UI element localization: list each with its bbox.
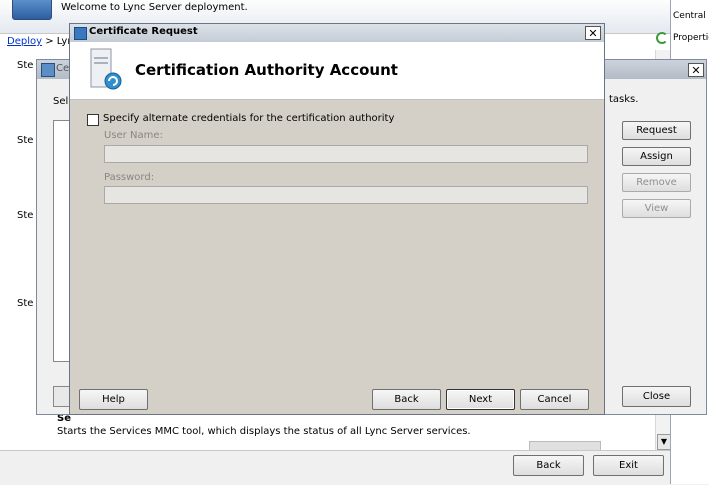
remove-button[interactable]: Remove [622,173,691,192]
certificate-request-dialog: Certificate Request ✕ Certification Auth… [69,23,605,415]
dialog-close-icon[interactable]: ✕ [585,26,601,40]
alternate-credentials-label[interactable]: Specify alternate credentials for the ce… [103,113,394,124]
breadcrumb-deploy-link[interactable]: Deploy [7,36,42,47]
certificate-wizard-desc-prefix: Sel [53,96,69,107]
step-label-2: Ste [17,135,34,146]
dialog-heading: Certification Authority Account [135,61,398,79]
help-button[interactable]: Help [79,389,148,410]
dialog-titlebar: Certificate Request ✕ [70,24,604,42]
deployment-back-button[interactable]: Back [513,455,584,476]
deployment-exit-button[interactable]: Exit [593,455,664,476]
password-label: Password: [104,172,155,183]
right-panel-item-central[interactable]: Central S [673,11,709,21]
certificate-server-icon [87,47,127,94]
assign-button[interactable]: Assign [622,147,691,166]
view-button[interactable]: View [622,199,691,218]
refresh-icon[interactable] [656,32,668,44]
scroll-down-arrow-icon[interactable]: ▼ [657,434,671,450]
cancel-button[interactable]: Cancel [520,389,589,410]
step-label-4: Ste [17,298,34,309]
certificate-wizard-title: Ce [56,63,70,74]
username-label: User Name: [104,130,163,141]
next-button[interactable]: Next [446,389,515,410]
certificate-wizard-close-button[interactable]: Close [622,386,691,407]
dialog-app-icon [74,27,87,40]
welcome-text: Welcome to Lync Server deployment. [61,2,248,13]
back-button[interactable]: Back [372,389,441,410]
deployment-logo-icon [12,0,52,20]
services-description: Starts the Services MMC tool, which disp… [57,426,471,437]
certificate-wizard-close-icon[interactable]: ✕ [688,63,704,77]
dialog-header-panel: Certification Authority Account [70,42,604,100]
request-button[interactable]: Request [622,121,691,140]
step-label-1: Ste [17,60,34,71]
right-panel-item-properties[interactable]: Propertie [673,33,709,43]
certificate-wizard-app-icon [41,63,55,77]
password-field[interactable] [104,186,588,204]
username-field[interactable] [104,145,588,163]
alternate-credentials-checkbox[interactable] [87,114,99,126]
step-label-3: Ste [17,210,34,221]
dialog-title: Certificate Request [89,26,198,37]
certificate-wizard-desc-suffix: tasks. [609,94,639,105]
